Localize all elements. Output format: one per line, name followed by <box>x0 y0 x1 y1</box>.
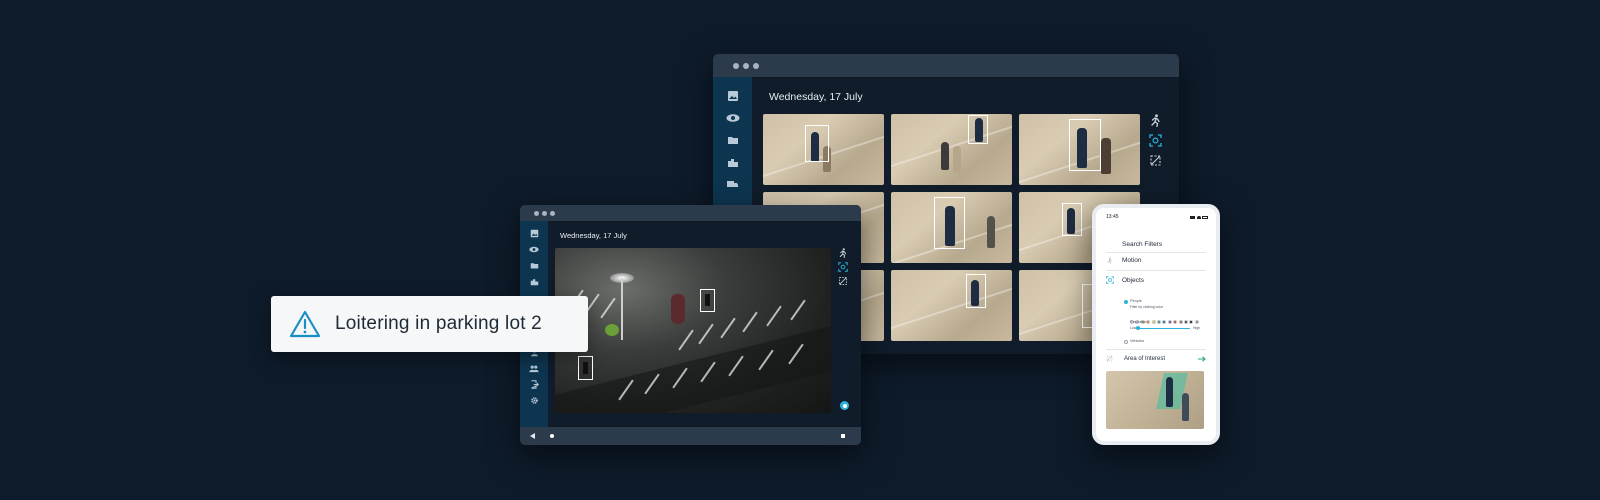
detection-box <box>805 125 829 162</box>
range-high-label: High <box>1193 326 1200 330</box>
object-detect-icon[interactable] <box>838 262 848 272</box>
color-swatch[interactable] <box>1151 320 1156 324</box>
people-label: People <box>1130 299 1142 303</box>
wifi-icon <box>1196 215 1201 219</box>
arrow-right-icon[interactable] <box>1198 355 1206 362</box>
gear-icon[interactable] <box>530 396 539 405</box>
motion-icon <box>1107 257 1112 264</box>
detection-box <box>1069 119 1101 171</box>
camera-video-feed[interactable] <box>555 248 831 413</box>
search-filters-title: Search Filters <box>1122 241 1163 248</box>
color-swatch[interactable] <box>1162 320 1167 324</box>
motion-icon[interactable] <box>1149 114 1162 127</box>
color-swatch[interactable] <box>1183 320 1188 324</box>
camera-thumbnail[interactable] <box>763 114 884 185</box>
window-dot[interactable] <box>534 210 539 216</box>
resolution-label: Resolution <box>1130 320 1147 324</box>
detection-box <box>968 115 988 144</box>
back-window-titlebar <box>713 54 1179 77</box>
window-dot[interactable] <box>733 62 739 69</box>
eye-icon[interactable] <box>529 245 539 254</box>
camera-thumbnail[interactable] <box>891 192 1012 263</box>
motion-icon[interactable] <box>838 248 848 258</box>
eye-icon[interactable] <box>726 112 740 124</box>
alert-message: Loitering in parking lot 2 <box>335 313 542 334</box>
vehicles-label: Vehicles <box>1130 339 1145 343</box>
window-dot[interactable] <box>550 210 555 216</box>
folder-icon[interactable] <box>530 261 539 270</box>
object-detect-icon <box>1106 276 1114 284</box>
front-date-heading: Wednesday, 17 July <box>560 231 627 240</box>
truck-icon[interactable] <box>726 178 739 190</box>
loitering-alert-card[interactable]: Loitering in parking lot 2 <box>271 296 588 352</box>
live-indicator[interactable] <box>840 401 849 410</box>
tree <box>605 324 619 336</box>
folder-icon[interactable] <box>727 134 739 146</box>
front-window-titlebar <box>520 205 861 221</box>
detection-box <box>966 274 986 308</box>
window-dot[interactable] <box>542 210 547 216</box>
detection-box <box>1062 203 1082 236</box>
color-swatch[interactable] <box>1194 320 1199 324</box>
camera-thumbnail[interactable] <box>1019 114 1140 185</box>
back-date-heading: Wednesday, 17 July <box>769 91 863 103</box>
vehicles-radio[interactable] <box>1124 340 1128 344</box>
car <box>671 294 685 324</box>
area-of-interest-icon <box>1106 355 1113 362</box>
detection-box <box>578 356 593 380</box>
color-swatch[interactable] <box>1156 320 1161 324</box>
images-icon[interactable] <box>530 229 539 238</box>
window-dot[interactable] <box>743 62 749 69</box>
area-of-interest-preview[interactable] <box>1106 371 1204 429</box>
play-back-icon[interactable] <box>530 433 536 439</box>
exit-icon[interactable] <box>530 380 539 389</box>
signal-icon <box>1190 215 1195 219</box>
area-of-interest-icon[interactable] <box>838 276 848 286</box>
filter-objects[interactable]: Objects <box>1106 276 1206 284</box>
group-icon[interactable] <box>529 364 539 373</box>
playback-bar <box>520 427 861 445</box>
mobile-device: 13:45 Search Filters Motion Objects Peop… <box>1092 204 1220 445</box>
color-swatch[interactable] <box>1189 320 1194 324</box>
camera-thumbnail[interactable] <box>891 270 1012 341</box>
color-swatch[interactable] <box>1146 320 1151 324</box>
battery-icon <box>1202 215 1208 219</box>
color-swatch[interactable] <box>1167 320 1172 324</box>
color-swatch[interactable] <box>1173 320 1178 324</box>
images-icon[interactable] <box>727 90 739 102</box>
warning-icon <box>289 310 321 338</box>
filter-motion[interactable]: Motion <box>1106 257 1206 264</box>
phone-status-bar: 13:45 <box>1096 208 1216 220</box>
lamp-post <box>621 278 623 340</box>
window-dot[interactable] <box>753 62 759 69</box>
filter-area-of-interest[interactable]: Area of Interest <box>1106 355 1206 362</box>
people-radio[interactable] <box>1124 300 1128 304</box>
slider-handle[interactable] <box>1136 326 1140 330</box>
detection-box <box>934 197 965 249</box>
phone-time: 13:45 <box>1106 214 1119 220</box>
camera-thumbnail[interactable] <box>891 114 1012 185</box>
timeline-dot[interactable] <box>550 434 554 438</box>
stop-icon[interactable] <box>841 434 845 438</box>
object-detect-icon[interactable] <box>1149 134 1162 147</box>
area-of-interest-icon[interactable] <box>1149 154 1162 167</box>
clothing-color-label: Filter by clothing color <box>1130 305 1163 309</box>
building-icon[interactable] <box>727 156 739 168</box>
resolution-slider[interactable] <box>1136 328 1190 329</box>
detection-box <box>700 289 715 312</box>
color-swatch[interactable] <box>1178 320 1183 324</box>
building-icon[interactable] <box>530 277 539 286</box>
